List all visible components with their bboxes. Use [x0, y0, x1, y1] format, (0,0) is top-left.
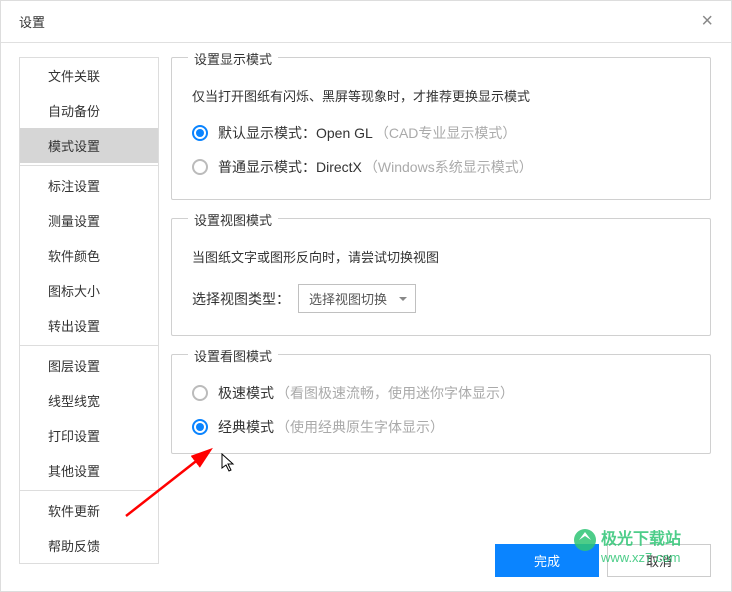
- radio-icon: [192, 419, 208, 435]
- radio-label: 默认显示模式：Open GL: [218, 123, 373, 143]
- sidebar-item-mode-settings[interactable]: 模式设置: [20, 128, 158, 163]
- radio-label: 普通显示模式：DirectX: [218, 157, 362, 177]
- view-select-label: 选择视图类型：: [192, 289, 290, 309]
- divider: [20, 165, 158, 166]
- watermark: 极光下载站 www.xz7.com: [571, 524, 721, 571]
- view-type-select[interactable]: 选择视图切换: [298, 284, 416, 313]
- sidebar-item-icon-size[interactable]: 图标大小: [20, 273, 158, 308]
- svg-text:www.xz7.com: www.xz7.com: [600, 550, 680, 565]
- radio-label: 经典模式: [218, 417, 274, 437]
- display-desc: 仅当打开图纸有闪烁、黑屏等现象时，才推荐更换显示模式: [192, 86, 690, 105]
- sidebar-item-print[interactable]: 打印设置: [20, 418, 158, 453]
- radio-hint: （看图极速流畅，使用迷你字体显示）: [276, 383, 514, 403]
- sidebar-item-auto-backup[interactable]: 自动备份: [20, 93, 158, 128]
- sidebar-item-update[interactable]: 软件更新: [20, 493, 158, 528]
- sidebar-item-linetype[interactable]: 线型线宽: [20, 383, 158, 418]
- radio-opengl[interactable]: 默认显示模式：Open GL （CAD专业显示模式）: [192, 123, 690, 143]
- group-title: 设置显示模式: [188, 49, 278, 68]
- sidebar-item-measure[interactable]: 测量设置: [20, 203, 158, 238]
- radio-label: 极速模式: [218, 383, 274, 403]
- radio-icon: [192, 385, 208, 401]
- sidebar-item-layer[interactable]: 图层设置: [20, 348, 158, 383]
- sidebar-item-color[interactable]: 软件颜色: [20, 238, 158, 273]
- dialog-title: 设置: [19, 12, 701, 31]
- group-title: 设置看图模式: [188, 346, 278, 365]
- group-view-mode: 设置视图模式 当图纸文字或图形反向时，请尝试切换视图 选择视图类型： 选择视图切…: [171, 218, 711, 336]
- radio-icon: [192, 125, 208, 141]
- sidebar-item-feedback[interactable]: 帮助反馈: [20, 528, 158, 563]
- divider: [20, 490, 158, 491]
- group-viewer-mode: 设置看图模式 极速模式 （看图极速流畅，使用迷你字体显示） 经典模式 （使用经典…: [171, 354, 711, 454]
- radio-hint: （Windows系统显示模式）: [364, 157, 533, 177]
- sidebar-item-file-assoc[interactable]: 文件关联: [20, 58, 158, 93]
- radio-hint: （使用经典原生字体显示）: [276, 417, 444, 437]
- divider: [20, 345, 158, 346]
- view-desc: 当图纸文字或图形反向时，请尝试切换视图: [192, 247, 690, 266]
- svg-text:极光下载站: 极光下载站: [601, 529, 681, 548]
- radio-fast-mode[interactable]: 极速模式 （看图极速流畅，使用迷你字体显示）: [192, 383, 690, 403]
- sidebar: 文件关联 自动备份 模式设置 标注设置 测量设置 软件颜色 图标大小 转出设置 …: [1, 43, 161, 523]
- content: 设置显示模式 仅当打开图纸有闪烁、黑屏等现象时，才推荐更换显示模式 默认显示模式…: [161, 43, 731, 523]
- sidebar-item-export[interactable]: 转出设置: [20, 308, 158, 343]
- group-title: 设置视图模式: [188, 210, 278, 229]
- close-icon[interactable]: ×: [701, 10, 713, 33]
- sidebar-item-annotation[interactable]: 标注设置: [20, 168, 158, 203]
- radio-icon: [192, 159, 208, 175]
- radio-classic-mode[interactable]: 经典模式 （使用经典原生字体显示）: [192, 417, 690, 437]
- sidebar-item-other[interactable]: 其他设置: [20, 453, 158, 488]
- group-display-mode: 设置显示模式 仅当打开图纸有闪烁、黑屏等现象时，才推荐更换显示模式 默认显示模式…: [171, 57, 711, 200]
- radio-hint: （CAD专业显示模式）: [375, 123, 517, 143]
- radio-directx[interactable]: 普通显示模式：DirectX （Windows系统显示模式）: [192, 157, 690, 177]
